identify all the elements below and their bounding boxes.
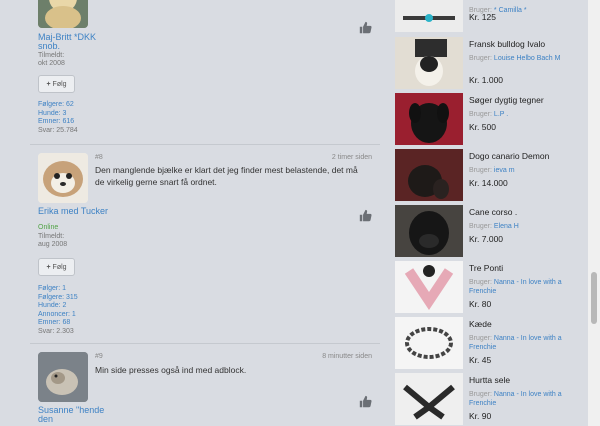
post-9: Susanne "hende den #9 8 minutter siden M…: [30, 344, 380, 426]
member-label: Tilmeldt:: [38, 233, 65, 240]
listing-user: Bruger: L.P .: [469, 110, 569, 119]
stat-item: Svar: 25.784: [38, 126, 78, 134]
listing-image[interactable]: [395, 205, 463, 257]
member-since: okt 2008: [38, 60, 65, 67]
listing-user-link[interactable]: L.P .: [494, 111, 508, 118]
stat-item[interactable]: Hunde: 2: [38, 302, 78, 311]
listing-title[interactable]: Cane corso .: [469, 207, 517, 217]
listing-item[interactable]: Søger dygtig tegner Bruger: L.P . Kr. 50…: [395, 93, 575, 145]
listing-user-link[interactable]: Elena H: [494, 223, 519, 230]
listing-price: Kr. 1.000: [469, 75, 504, 85]
post-time: 8 minutter siden: [322, 353, 372, 360]
thumbs-up-icon[interactable]: [359, 395, 372, 408]
listing-image[interactable]: [395, 261, 463, 313]
avatar[interactable]: [38, 0, 88, 28]
post-time: 2 timer siden: [331, 154, 372, 161]
user-label: Bruger:: [469, 223, 492, 230]
listing-image[interactable]: [395, 317, 463, 369]
post-8: Erika med Tucker Online Tilmeldt: aug 20…: [30, 145, 380, 343]
listing-price: Kr. 7.000: [469, 234, 504, 244]
scrollbar-thumb[interactable]: [591, 272, 597, 324]
listing-user: Bruger: ieva m: [469, 166, 569, 175]
user-label: Bruger:: [469, 391, 492, 398]
listing-item[interactable]: Cane corso . Bruger: Elena H Kr. 7.000: [395, 205, 575, 257]
listing-user: Bruger: Nanna - In love with a Frenchie: [469, 334, 569, 352]
follow-button[interactable]: + Følg: [38, 258, 75, 276]
stat-item[interactable]: Hunde: 3: [38, 110, 78, 119]
stat-item[interactable]: Følgere: 62: [38, 101, 78, 110]
listing-image[interactable]: [395, 373, 463, 425]
forum-thread: Maj-Britt *DKK snob. Tilmeldt: okt 2008 …: [30, 0, 380, 426]
listing-item[interactable]: Kæde Bruger: Nanna - In love with a Fren…: [395, 317, 575, 369]
listing-user-link[interactable]: Louise Helbo Bach M: [494, 55, 561, 62]
listing-price: Kr. 45: [469, 355, 492, 365]
listing-user: Bruger: Nanna - In love with a Frenchie: [469, 278, 569, 296]
listing-image[interactable]: [395, 93, 463, 145]
listing-price: Kr. 125: [469, 12, 496, 22]
stat-item[interactable]: Emner: 68: [38, 319, 78, 328]
stat-item[interactable]: Emner: 616: [38, 118, 78, 127]
page-scrollbar[interactable]: [588, 0, 600, 426]
stat-item[interactable]: Følger: 1: [38, 285, 78, 294]
member-since: aug 2008: [38, 241, 68, 248]
listing-item[interactable]: Tre Ponti Bruger: Nanna - In love with a…: [395, 261, 575, 313]
stat-item[interactable]: Annoncer: 1: [38, 311, 78, 320]
listing-user-link[interactable]: * Camilla *: [494, 7, 527, 14]
user-stats: Følger: 1 Følgere: 315 Hunde: 2 Annoncer…: [38, 285, 78, 336]
post-author[interactable]: Susanne "hende den: [38, 406, 118, 424]
listing-price: Kr. 500: [469, 122, 496, 132]
user-label: Bruger:: [469, 111, 492, 118]
post-text: Den manglende bjælke er klart det jeg fi…: [95, 165, 358, 187]
post-text: Min side presses også ind med adblock.: [95, 365, 247, 375]
listing-item[interactable]: Bruger: * Camilla * Kr. 125: [395, 0, 575, 32]
follow-label: Følg: [52, 263, 67, 271]
plus-icon: +: [46, 80, 51, 88]
user-label: Bruger:: [469, 335, 492, 342]
user-label: Bruger:: [469, 167, 492, 174]
listing-user: Bruger: Elena H: [469, 222, 569, 231]
follow-label: Følg: [52, 80, 67, 88]
stat-item: Svar: 2.303: [38, 327, 74, 335]
avatar[interactable]: [38, 352, 88, 402]
user-label: Bruger:: [469, 55, 492, 62]
listing-user-link[interactable]: ieva m: [494, 167, 515, 174]
member-label: Tilmeldt:: [38, 52, 65, 59]
thumbs-up-icon[interactable]: [359, 209, 372, 222]
listing-title[interactable]: Hurtta sele: [469, 375, 510, 385]
thumbs-up-icon[interactable]: [359, 21, 372, 34]
listing-item[interactable]: Hurtta sele Bruger: Nanna - In love with…: [395, 373, 575, 425]
listing-price: Kr. 90: [469, 411, 492, 421]
follow-button[interactable]: + Følg: [38, 75, 75, 93]
listing-image[interactable]: [395, 37, 463, 89]
stat-item[interactable]: Følgere: 315: [38, 294, 78, 303]
listing-image[interactable]: [395, 0, 463, 32]
online-status: Online: [38, 224, 59, 231]
listing-title[interactable]: Kæde: [469, 319, 492, 329]
listing-title[interactable]: Dogo canario Demon: [469, 151, 549, 161]
listing-image[interactable]: [395, 149, 463, 201]
post-number[interactable]: #8: [95, 154, 103, 161]
post-7: Maj-Britt *DKK snob. Tilmeldt: okt 2008 …: [30, 0, 380, 144]
listing-user: Bruger: Louise Helbo Bach M: [469, 54, 569, 63]
classifieds-sidebar: Bruger: * Camilla * Kr. 125 Fransk bulld…: [395, 0, 575, 426]
listing-user: Bruger: Nanna - In love with a Frenchie: [469, 390, 569, 408]
listing-title[interactable]: Fransk bulldog Ivalo: [469, 39, 545, 49]
post-number[interactable]: #9: [95, 353, 103, 360]
user-label: Bruger:: [469, 279, 492, 286]
avatar[interactable]: [38, 153, 88, 203]
user-stats: Følgere: 62 Hunde: 3 Emner: 616 Svar: 25…: [38, 101, 78, 135]
listing-title[interactable]: Tre Ponti: [469, 263, 503, 273]
post-author[interactable]: Maj-Britt *DKK snob.: [38, 33, 118, 51]
listing-item[interactable]: Fransk bulldog Ivalo Bruger: Louise Helb…: [395, 37, 575, 89]
plus-icon: +: [46, 263, 51, 271]
post-author[interactable]: Erika med Tucker: [38, 207, 118, 216]
listing-price: Kr. 14.000: [469, 178, 508, 188]
listing-price: Kr. 80: [469, 299, 492, 309]
listing-title[interactable]: Søger dygtig tegner: [469, 95, 544, 105]
listing-item[interactable]: Dogo canario Demon Bruger: ieva m Kr. 14…: [395, 149, 575, 201]
